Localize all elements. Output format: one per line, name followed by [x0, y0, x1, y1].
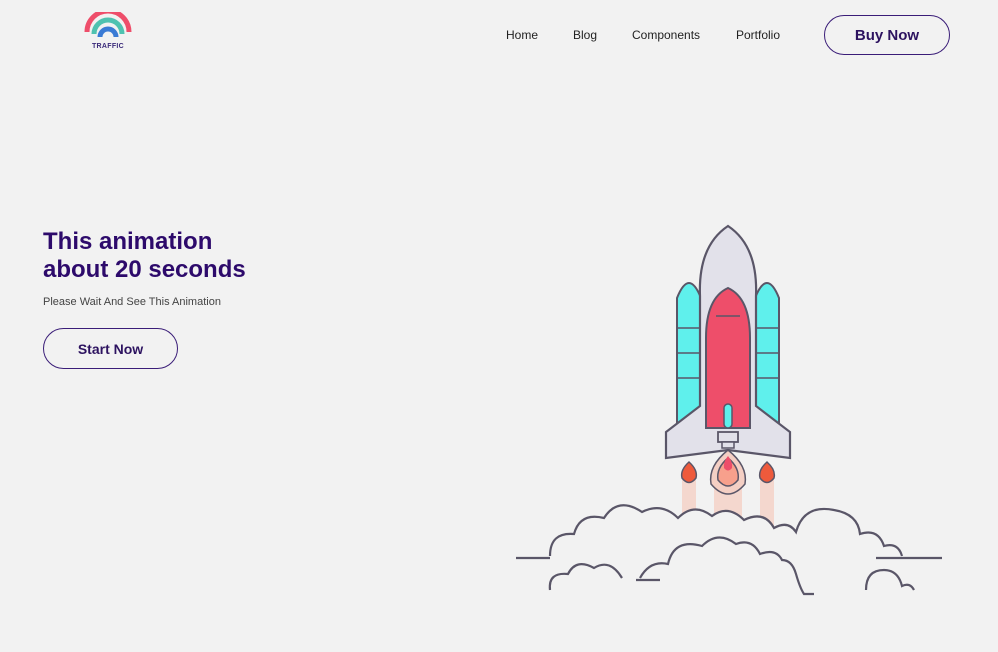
wifi-arc-icon — [84, 12, 132, 38]
start-now-button[interactable]: Start Now — [43, 328, 178, 369]
hero-title-line2: about 20 seconds — [43, 256, 246, 283]
nav-components-link[interactable]: Components — [632, 28, 700, 42]
hero-title: This animation about 20 seconds — [43, 228, 343, 284]
buy-now-button[interactable]: Buy Now — [824, 15, 950, 55]
top-navbar: TRAFFIC Home Blog Components Portfolio B… — [0, 0, 998, 70]
hero-title-line1: This animation — [43, 228, 213, 255]
brand-name: TRAFFIC — [91, 43, 125, 50]
rocket-launch-icon — [516, 224, 942, 596]
nav-blog-link[interactable]: Blog — [573, 28, 597, 42]
nav-home-link[interactable]: Home — [506, 28, 538, 42]
nav-portfolio-link[interactable]: Portfolio — [736, 28, 780, 42]
brand-logo[interactable]: TRAFFIC — [82, 12, 134, 54]
hero-subtitle: Please Wait And See This Animation — [43, 296, 221, 308]
